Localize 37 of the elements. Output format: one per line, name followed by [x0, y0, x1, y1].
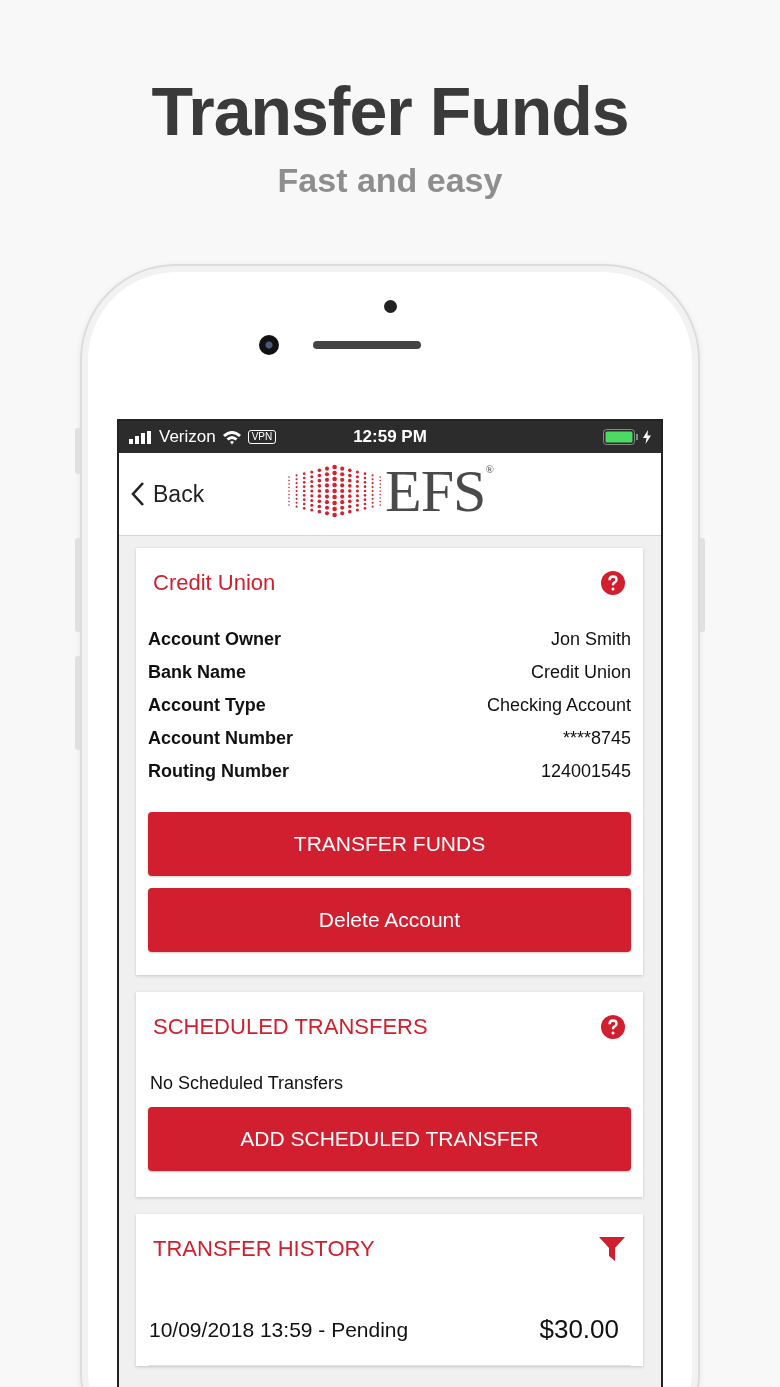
- signal-icon: [129, 430, 153, 444]
- filter-icon[interactable]: [599, 1237, 625, 1261]
- field-label: Bank Name: [148, 662, 247, 683]
- chevron-left-icon: [131, 481, 145, 507]
- back-button[interactable]: Back: [131, 480, 205, 508]
- subheadline: Fast and easy: [277, 160, 503, 200]
- charging-icon: [643, 430, 651, 444]
- field-value: ****8745: [562, 728, 631, 749]
- camera-icon: [259, 335, 279, 355]
- field-label: Routing Number: [148, 761, 289, 782]
- wifi-icon: [221, 429, 242, 445]
- field-value: Checking Account: [486, 695, 631, 716]
- field-value: Jon Smith: [550, 629, 631, 650]
- history-item[interactable]: 10/09/2018 13:59 - Pending $30.00: [148, 1302, 631, 1366]
- field-value: 124001545: [540, 761, 631, 782]
- help-icon[interactable]: [601, 1015, 625, 1039]
- status-time: 12:59 PM: [353, 427, 427, 447]
- field-label: Account Owner: [148, 629, 281, 650]
- carrier-name: Verizon: [159, 427, 216, 447]
- empty-message: No Scheduled Transfers: [150, 1072, 345, 1094]
- sensor-dot: [383, 300, 397, 313]
- help-icon[interactable]: [601, 571, 625, 595]
- efs-logo-text: EFS$^{®}$: [385, 459, 493, 523]
- add-scheduled-transfer-button[interactable]: ADD SCHEDULED TRANSFER: [148, 1107, 631, 1171]
- delete-account-button[interactable]: Delete Account: [148, 888, 631, 952]
- field-label: Account Number: [148, 728, 293, 749]
- card-title: TRANSFER HISTORY: [153, 1236, 375, 1262]
- history-description: 10/09/2018 13:59 - Pending: [149, 1317, 409, 1342]
- history-amount: $30.00: [539, 1314, 619, 1345]
- vpn-badge: VPN: [247, 430, 277, 444]
- field-value: Credit Union: [530, 662, 631, 683]
- field-label: Account Type: [148, 695, 266, 716]
- transfer-funds-button[interactable]: TRANSFER FUNDS: [148, 812, 631, 876]
- battery-icon: [603, 429, 639, 445]
- card-title: Credit Union: [153, 570, 276, 596]
- headline: Transfer Funds: [151, 72, 629, 150]
- card-title: SCHEDULED TRANSFERS: [153, 1014, 428, 1040]
